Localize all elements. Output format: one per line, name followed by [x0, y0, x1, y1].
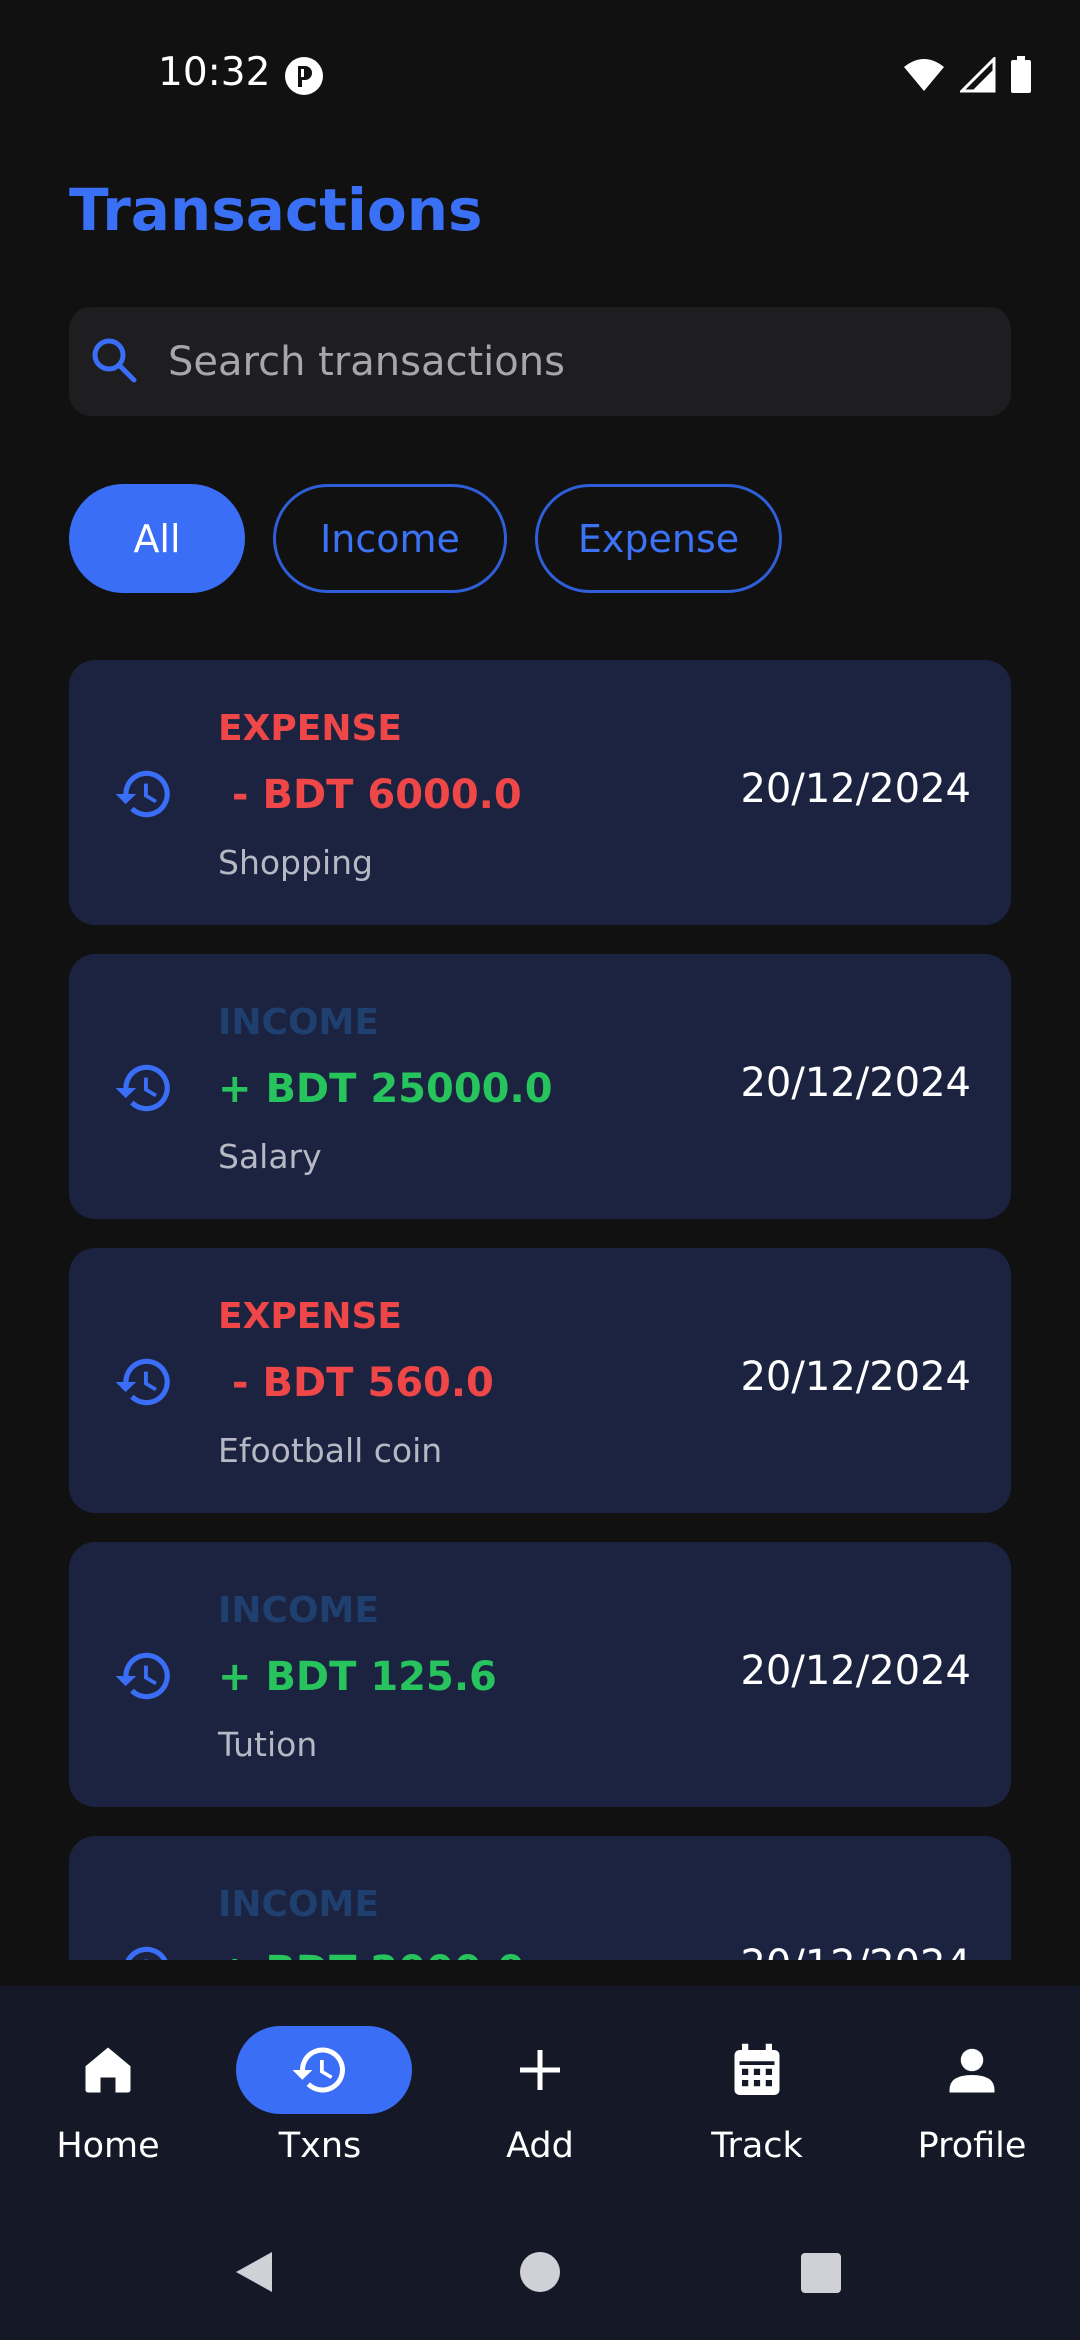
transaction-date: 20/12/2024	[740, 766, 971, 812]
transaction-category: Tution	[218, 1725, 318, 1764]
transaction-type: INCOME	[218, 1002, 379, 1043]
transaction-date: 20/12/2024	[740, 1942, 971, 1960]
status-bar: 10:32	[0, 0, 1080, 150]
transaction-category: Efootball coin	[218, 1431, 443, 1470]
filter-chip-income[interactable]: Income	[273, 484, 507, 593]
transaction-card[interactable]: INCOME + BDT 25000.0 Salary 20/12/2024	[69, 954, 1011, 1219]
history-icon	[125, 1946, 168, 1960]
nav-item-track[interactable]: Track	[662, 2026, 852, 2176]
recents-icon[interactable]	[800, 2252, 842, 2294]
transaction-card[interactable]: EXPENSE - BDT 6000.0 Shopping 20/12/2024	[69, 660, 1011, 925]
home-circle-icon[interactable]	[518, 2250, 562, 2294]
battery-icon	[1011, 56, 1031, 93]
history-icon	[115, 770, 170, 818]
calendar-icon	[734, 2043, 780, 2095]
history-icon	[292, 2047, 345, 2093]
filter-chip-expense[interactable]: Expense	[535, 484, 782, 593]
nav-label: Profile	[917, 2126, 1027, 2166]
transaction-type: EXPENSE	[218, 708, 402, 749]
nav-item-txns[interactable]: Txns	[225, 2026, 415, 2176]
transaction-date: 20/12/2024	[740, 1354, 971, 1400]
search-icon	[92, 338, 137, 383]
system-navigation-bar	[0, 2196, 1080, 2340]
nav-label: Txns	[278, 2126, 362, 2166]
person-icon	[949, 2048, 995, 2093]
status-icons	[902, 56, 1032, 94]
history-icon	[115, 1064, 170, 1112]
transaction-type: INCOME	[218, 1884, 379, 1925]
history-icon	[115, 1358, 170, 1406]
app-notification-icon	[285, 57, 323, 95]
back-icon[interactable]	[234, 2250, 274, 2294]
transaction-amount: - BDT 560.0	[218, 1360, 494, 1406]
bottom-navigation: Home Txns Add Track Profile	[0, 1986, 1080, 2196]
wifi-icon	[904, 59, 944, 91]
transaction-amount: + BDT 125.6	[218, 1654, 497, 1700]
transaction-amount: + BDT 2000.0	[218, 1948, 525, 1960]
transaction-card[interactable]: INCOME + BDT 2000.0 20/12/2024	[69, 1836, 1011, 1960]
filter-chip-all[interactable]: All	[69, 484, 245, 593]
nav-label: Home	[56, 2126, 160, 2166]
nav-label: Add	[506, 2126, 574, 2166]
home-icon	[85, 2047, 131, 2093]
transaction-card[interactable]: EXPENSE - BDT 560.0 Efootball coin 20/12…	[69, 1248, 1011, 1513]
transaction-category: Salary	[218, 1137, 322, 1176]
transaction-date: 20/12/2024	[740, 1060, 971, 1106]
nav-item-profile[interactable]: Profile	[877, 2026, 1067, 2176]
signal-icon	[960, 57, 996, 93]
transaction-amount: + BDT 25000.0	[218, 1066, 553, 1112]
nav-item-add[interactable]: Add	[445, 2026, 635, 2176]
search-input[interactable]	[168, 307, 988, 416]
history-icon	[115, 1652, 170, 1700]
transaction-list[interactable]: EXPENSE - BDT 6000.0 Shopping 20/12/2024…	[0, 660, 1080, 1960]
transaction-type: EXPENSE	[218, 1296, 402, 1337]
nav-item-home[interactable]: Home	[13, 2026, 203, 2176]
transaction-category: Shopping	[218, 843, 373, 882]
page-title: Transactions	[69, 176, 483, 244]
status-time: 10:32	[158, 50, 271, 95]
transaction-card[interactable]: INCOME + BDT 125.6 Tution 20/12/2024	[69, 1542, 1011, 1807]
nav-label: Track	[711, 2126, 803, 2166]
transaction-date: 20/12/2024	[740, 1648, 971, 1694]
transaction-type: INCOME	[218, 1590, 379, 1631]
transaction-amount: - BDT 6000.0	[218, 772, 522, 818]
plus-icon	[520, 2050, 560, 2090]
